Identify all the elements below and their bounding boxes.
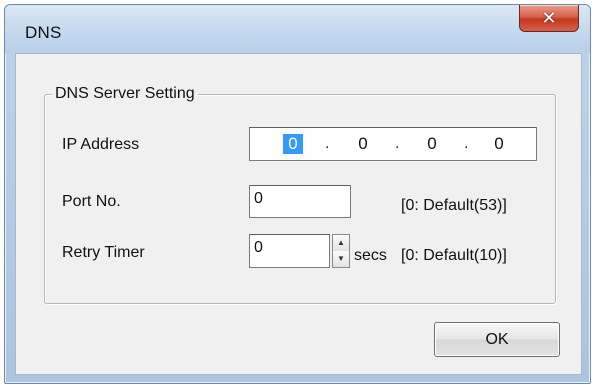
spin-up-arrow-icon[interactable]: ▲ — [333, 235, 349, 252]
port-number-label: Port No. — [62, 193, 121, 210]
retry-timer-input[interactable]: 0 — [249, 234, 330, 268]
port-number-value: 0 — [254, 190, 263, 207]
ip-octet-4[interactable]: 0 — [489, 134, 509, 154]
dns-dialog-window: DNS ✕ DNS Server Setting IP Address 0 . … — [4, 4, 591, 384]
ip-separator: . — [395, 135, 400, 152]
port-number-input[interactable]: 0 — [249, 185, 351, 218]
port-default-hint: [0: Default(53)] — [401, 197, 507, 214]
ip-separator: . — [464, 135, 469, 152]
retry-timer-label: Retry Timer — [62, 244, 145, 261]
ip-octet-3[interactable]: 0 — [422, 134, 442, 154]
spin-down-arrow-icon[interactable]: ▼ — [333, 251, 349, 267]
ip-address-label: IP Address — [62, 136, 140, 153]
retry-timer-value: 0 — [254, 239, 263, 256]
ip-separator: . — [325, 135, 330, 152]
retry-timer-unit: secs — [354, 247, 387, 264]
ok-button[interactable]: OK — [434, 322, 560, 357]
window-title: DNS — [25, 23, 62, 42]
retry-timer-spinner[interactable]: ▲ ▼ — [332, 234, 350, 268]
dialog-client-area: DNS Server Setting IP Address 0 . 0 . 0 … — [15, 53, 582, 375]
ip-octet-1[interactable]: 0 — [283, 134, 303, 154]
ip-address-input[interactable]: 0 . 0 . 0 . 0 — [249, 127, 537, 161]
close-x-icon: ✕ — [541, 8, 557, 28]
retry-default-hint: [0: Default(10)] — [401, 247, 507, 264]
close-button[interactable]: ✕ — [519, 5, 579, 32]
ip-octet-2[interactable]: 0 — [353, 134, 373, 154]
title-bar[interactable]: DNS ✕ — [5, 5, 590, 53]
group-label: DNS Server Setting — [52, 85, 198, 103]
